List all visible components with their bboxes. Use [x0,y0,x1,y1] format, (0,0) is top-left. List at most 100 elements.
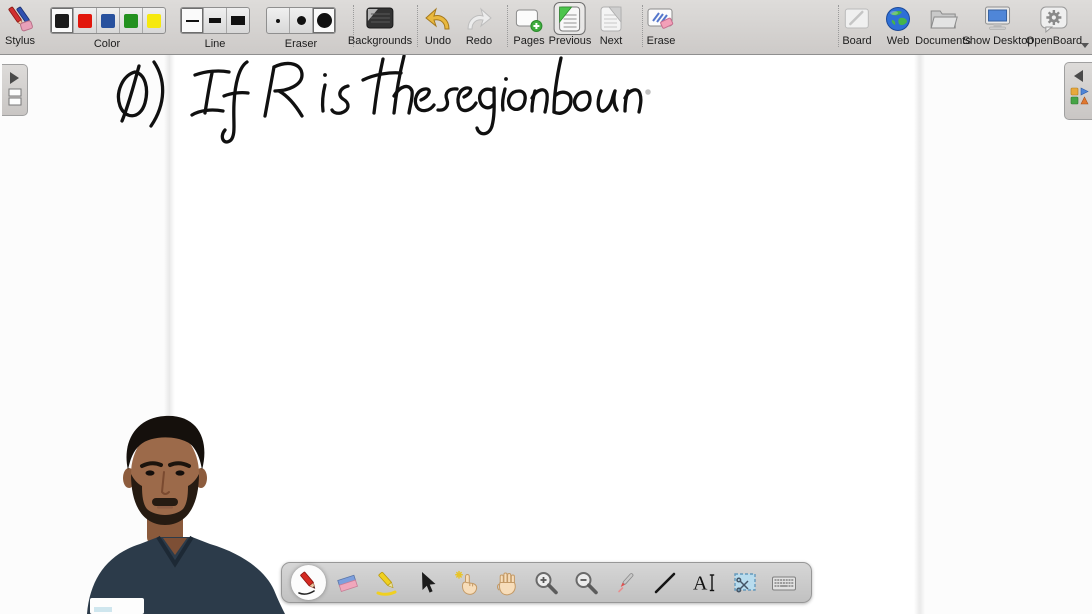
erase-button[interactable]: Erase [646,3,676,47]
board-label: Board [842,35,871,47]
zoom-in-icon [532,569,560,597]
selector-tool-button[interactable] [410,565,445,600]
color-swatch-yellow[interactable] [143,8,165,33]
line-tool-button[interactable] [648,565,683,600]
virtual-keyboard-tool-button[interactable] [767,565,802,600]
marker-icon [374,569,402,597]
line-medium-option[interactable] [204,8,227,33]
zoom-in-tool-button[interactable] [529,565,564,600]
board-mode-icon [843,3,871,34]
backgrounds-label: Backgrounds [348,35,412,47]
openboard-menu-button[interactable]: OpenBoard [1026,3,1082,47]
pages-label: Pages [513,35,544,47]
green-swatch-icon [124,14,138,28]
line-thick-option[interactable] [227,8,249,33]
show-desktop-button[interactable]: Show Desktop [963,3,1034,47]
stylus-label: Stylus [5,35,35,47]
undo-label: Undo [425,35,451,47]
openboard-label: OpenBoard [1026,35,1082,47]
large-eraser-icon [317,13,332,28]
pages-button[interactable]: Pages [513,3,544,47]
floating-tool-dock: A [281,562,812,603]
page-right-edge [914,55,925,614]
zoom-out-tool-button[interactable] [569,565,604,600]
line-width-group [180,7,250,34]
next-page-icon [598,3,624,34]
pen-tool-button[interactable] [291,565,326,600]
eraser-large-option[interactable] [313,8,335,33]
left-panel-toggle[interactable] [2,64,28,116]
erase-page-icon [646,3,676,34]
color-swatch-red[interactable] [74,8,97,33]
text-icon: A [691,569,719,597]
separator [642,5,643,47]
eraser-medium-option[interactable] [290,8,313,33]
color-swatch-black[interactable] [51,8,74,33]
thick-line-icon [231,16,245,25]
page-thumbnails-icon [7,88,23,106]
eraser-tool-button[interactable] [331,565,366,600]
show-desktop-label: Show Desktop [963,35,1034,47]
expand-right-arrow-icon [10,72,19,84]
text-tool-button[interactable]: A [688,565,723,600]
webcam-presenter-overlay [84,412,290,614]
marker-tool-button[interactable] [370,565,405,600]
line-thin-option[interactable] [181,8,204,33]
undo-button[interactable]: Undo [424,3,452,47]
eraser-size-group [266,7,336,34]
thin-line-icon [186,20,199,22]
keyboard-icon [770,569,798,597]
color-swatch-green[interactable] [120,8,143,33]
backgrounds-button[interactable]: Backgrounds [348,3,412,47]
web-globe-icon [885,3,911,34]
stylus-button[interactable]: Stylus [4,3,36,47]
capture-tool-button[interactable] [727,565,762,600]
separator [838,5,839,47]
line-group-label: Line [205,38,226,50]
separator [507,5,508,47]
redo-button: Redo [465,3,493,47]
line-icon [651,569,679,597]
capture-icon [731,569,759,597]
medium-line-icon [209,18,221,23]
arrow-cursor-icon [413,569,441,597]
color-swatch-group [50,7,166,34]
next-label: Next [600,35,623,47]
toolbar-overflow-caret-icon[interactable] [1081,43,1089,48]
zoom-out-icon [572,569,600,597]
redo-icon [465,3,493,34]
pan-hand-icon [493,569,521,597]
interact-hand-icon [453,569,481,597]
color-swatch-blue[interactable] [97,8,120,33]
previous-label: Previous [549,35,592,47]
red-swatch-icon [78,14,92,28]
eraser-small-option[interactable] [267,8,290,33]
right-panel-toggle[interactable] [1064,62,1092,120]
show-desktop-monitor-icon [983,3,1013,34]
laser-pointer-icon [612,569,640,597]
hand-tool-button[interactable] [489,565,524,600]
separator [417,5,418,47]
svg-text:A: A [693,572,708,594]
previous-button[interactable]: Previous [549,3,592,47]
next-button: Next [598,3,624,47]
eraser-icon [334,569,362,597]
play-tool-button[interactable] [450,565,485,600]
color-group-label: Color [94,38,120,50]
blue-swatch-icon [101,14,115,28]
previous-page-icon [554,2,586,35]
black-swatch-icon [55,14,69,28]
laser-pointer-tool-button[interactable] [608,565,643,600]
small-eraser-icon [276,19,280,23]
board-button: Board [842,3,871,47]
web-button[interactable]: Web [885,3,911,47]
openboard-gear-icon [1039,3,1069,34]
stylus-icon [4,3,36,34]
backgrounds-icon [365,3,395,34]
web-label: Web [887,35,909,47]
redo-label: Redo [466,35,492,47]
yellow-swatch-icon [147,14,161,28]
pen-icon [295,569,323,597]
top-toolbar: Stylus Color Line Eraser Backgrounds [0,0,1092,55]
documents-folder-icon [928,3,958,34]
